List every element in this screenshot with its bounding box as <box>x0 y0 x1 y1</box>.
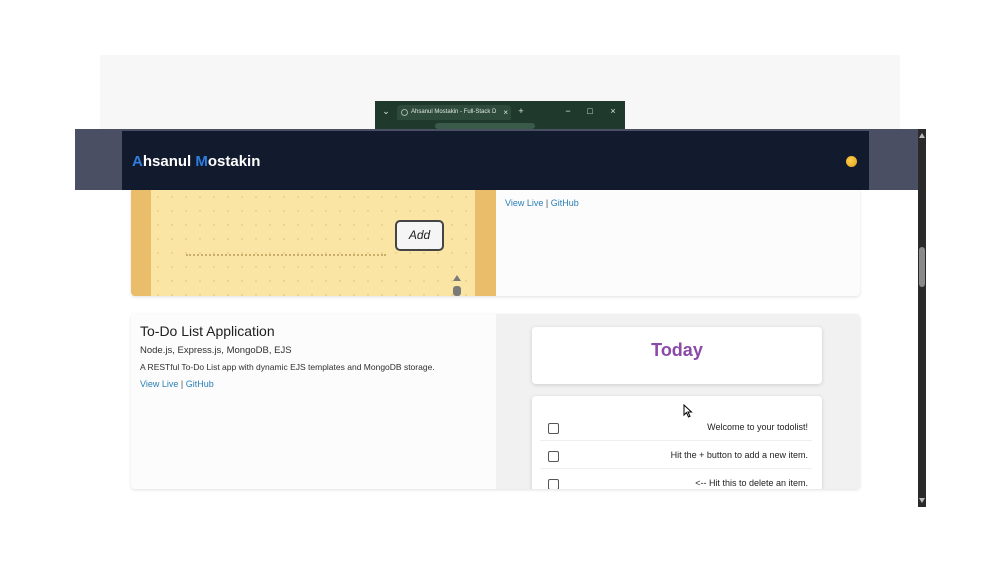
github-link[interactable]: GitHub <box>551 198 579 208</box>
site-brand[interactable]: Ahsanul Mostakin <box>132 153 260 170</box>
brand-rest-first: hsanul <box>142 153 196 170</box>
project-tech-stack: Node.js, Express.js, MongoDB, EJS <box>140 345 292 356</box>
preview-todo-list: Welcome to your todolist! Hit the + butt… <box>532 396 822 489</box>
github-link[interactable]: GitHub <box>186 379 214 389</box>
project-links: View Live | GitHub <box>140 379 214 389</box>
tab-search-icon[interactable]: ⌄ <box>379 104 393 118</box>
project-preview-image: Today Welcome to your todolist! Hit the … <box>496 314 860 489</box>
brand-initial-last: M <box>195 153 208 170</box>
project-description: A RESTful To-Do List app with dynamic EJ… <box>140 362 435 372</box>
navbar-strip: Ahsanul Mostakin <box>75 129 920 190</box>
project-title: To-Do List Application <box>140 323 275 339</box>
todo-item-text: Hit the + button to add a new item. <box>670 450 808 460</box>
preview-add-button: Add <box>395 220 444 251</box>
project-links: View Live | GitHub <box>505 198 579 208</box>
view-live-link[interactable]: View Live <box>140 379 178 389</box>
todo-item-text: Welcome to your todolist! <box>707 422 808 432</box>
new-tab-button[interactable]: + <box>514 104 528 118</box>
project-preview-image: Add <box>131 190 496 296</box>
scroll-thumb[interactable] <box>919 247 925 287</box>
scroll-down-arrow-icon[interactable] <box>919 498 925 503</box>
list-item: <-- Hit this to delete an item. <box>540 471 812 489</box>
tab-close-icon[interactable]: × <box>503 105 508 120</box>
view-live-link[interactable]: View Live <box>505 198 543 208</box>
site-navbar: Ahsanul Mostakin <box>122 131 869 190</box>
browser-viewport: Ahsanul Mostakin Add View Live | GitHub … <box>75 129 926 507</box>
list-item: Welcome to your todolist! <box>540 415 812 441</box>
list-item: Hit the + button to add a new item. <box>540 443 812 469</box>
scroll-up-arrow-icon[interactable] <box>919 133 925 138</box>
preview-scroll-up-icon <box>453 275 461 281</box>
preview-notepad: Add <box>151 190 475 296</box>
brand-rest-last: ostakin <box>207 153 261 170</box>
globe-icon <box>401 109 408 116</box>
theme-toggle-sun-icon[interactable] <box>846 156 857 167</box>
project-card-todo: To-Do List Application Node.js, Express.… <box>131 314 860 489</box>
checkbox-icon <box>548 479 559 489</box>
close-window-button[interactable]: × <box>606 104 620 118</box>
minimize-button[interactable]: − <box>561 104 575 118</box>
tab-title: Ahsanul Mostakin - Full-Stack D <box>411 109 497 115</box>
preview-input-line <box>186 254 386 256</box>
todo-item-text: <-- Hit this to delete an item. <box>695 478 808 488</box>
link-separator: | <box>178 379 186 389</box>
page-scrollbar[interactable] <box>918 129 926 507</box>
project-card-prev: Add View Live | GitHub <box>131 190 860 296</box>
link-separator: | <box>543 198 551 208</box>
browser-tab[interactable]: Ahsanul Mostakin - Full-Stack D × <box>397 105 511 120</box>
preview-heading: Today <box>651 340 703 360</box>
browser-titlebar: ⌄ Ahsanul Mostakin - Full-Stack D × + − … <box>375 101 625 131</box>
brand-initial-first: A <box>132 153 143 170</box>
preview-heading-card: Today <box>532 327 822 384</box>
maximize-button[interactable]: □ <box>583 104 597 118</box>
checkbox-icon <box>548 423 559 434</box>
preview-scroll-thumb <box>453 286 461 296</box>
checkbox-icon <box>548 451 559 462</box>
